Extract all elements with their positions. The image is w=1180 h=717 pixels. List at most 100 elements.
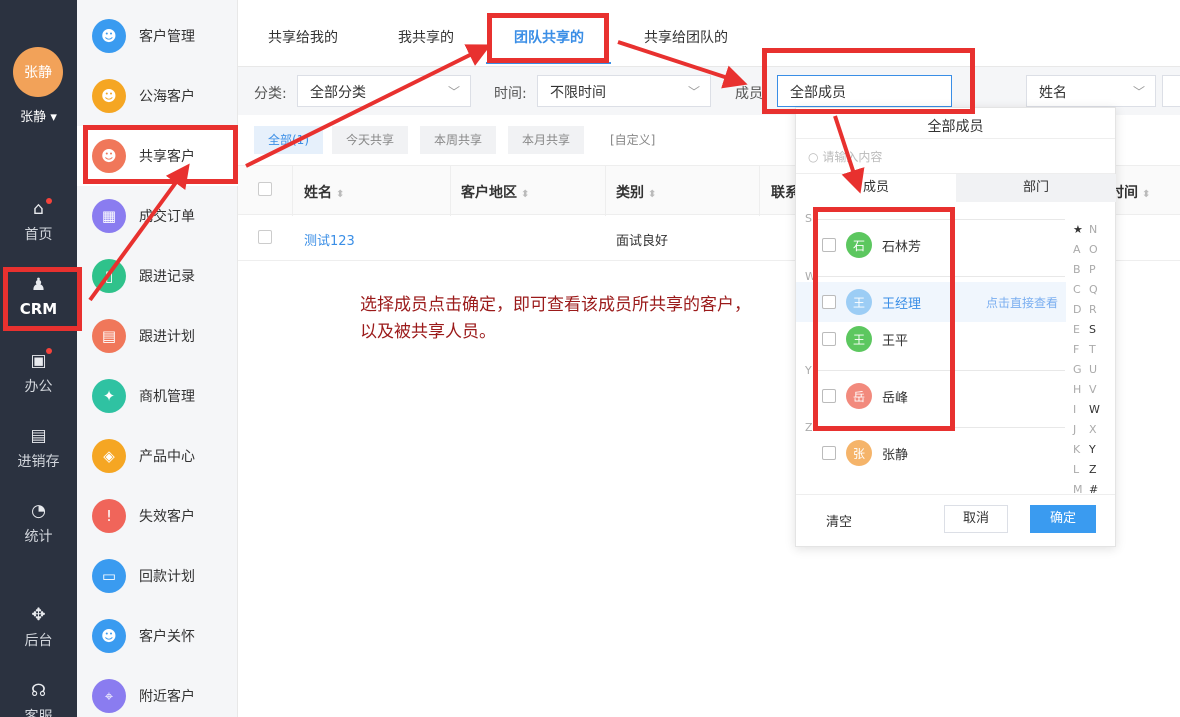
- index-letter[interactable]: A: [1073, 243, 1081, 256]
- index-letter[interactable]: F: [1073, 343, 1079, 356]
- index-letter[interactable]: S: [1089, 323, 1096, 336]
- index-letter[interactable]: V: [1089, 383, 1097, 396]
- pill-this-week[interactable]: 本周共享: [420, 126, 497, 154]
- highlight-box-team-tab: [487, 13, 609, 63]
- index-letter[interactable]: X: [1089, 423, 1097, 436]
- index-letter[interactable]: T: [1089, 343, 1096, 356]
- heart-user-icon: ☻: [92, 619, 126, 653]
- rail-backend[interactable]: ✥ 后台: [0, 606, 77, 650]
- pill-this-month[interactable]: 本月共享: [508, 126, 585, 154]
- pill-custom[interactable]: [自定义]: [596, 126, 670, 154]
- rail-home-label: 首页: [24, 227, 53, 243]
- clear-button[interactable]: 清空: [826, 511, 852, 530]
- member-item[interactable]: 张 张静: [796, 433, 1066, 473]
- tab-shared-to-team[interactable]: 共享给团队的: [644, 27, 728, 47]
- index-letter[interactable]: W: [1089, 403, 1100, 416]
- menu-item-follow-records[interactable]: ▯ 跟进记录: [77, 246, 238, 306]
- highlight-box-shared-customers: [83, 125, 238, 184]
- index-letter[interactable]: N: [1089, 223, 1097, 236]
- sort-field-select[interactable]: 姓名 ﹀: [1026, 75, 1156, 107]
- plan-icon: ▤: [92, 319, 126, 353]
- pill-all[interactable]: 全部(1): [254, 126, 323, 154]
- main-content: 共享给我的 我共享的 团队共享的 共享给团队的 分类: 全部分类 ﹀ 时间: 不限…: [238, 0, 1180, 717]
- search-box-partial[interactable]: [1162, 75, 1180, 107]
- column-header-region[interactable]: 客户地区 ⬍: [461, 182, 529, 202]
- index-letter[interactable]: P: [1089, 263, 1096, 276]
- menu-item-public-customers[interactable]: ☻ 公海客户: [77, 66, 238, 126]
- rail-service[interactable]: ☊ 客服: [0, 682, 77, 717]
- user-avatar[interactable]: 张静: [13, 47, 63, 97]
- row-checkbox[interactable]: [258, 230, 272, 244]
- annotation-line: 选择成员点击确定，即可查看该成员所共享的客户，: [360, 295, 751, 315]
- index-letter[interactable]: Y: [1089, 443, 1096, 456]
- column-header-category[interactable]: 类别 ⬍: [616, 182, 656, 202]
- crm-menu: ☻ 客户管理 ☻ 公海客户 ☻ 共享客户 ▦ 成交订单 ▯ 跟进记录 ▤ 跟进计划 ✦ 商机管…: [77, 0, 238, 717]
- rail-inventory[interactable]: ▤ 进销存: [0, 427, 77, 471]
- left-rail: 张静 张静 ▾ ⌂ 首页 ♟ CRM ▣ 办公 ▤ 进销存 ◔ 统计 ✥ 后台 ☊ 客服: [0, 0, 77, 717]
- rail-office[interactable]: ▣ 办公: [0, 352, 77, 396]
- member-checkbox[interactable]: [822, 446, 836, 460]
- menu-item-payment-plan[interactable]: ▭ 回款计划: [77, 546, 238, 606]
- column-header-name[interactable]: 姓名 ⬍: [304, 182, 344, 202]
- menu-item-products[interactable]: ◈ 产品中心: [77, 426, 238, 486]
- cancel-button[interactable]: 取消: [944, 505, 1008, 533]
- category-select[interactable]: 全部分类 ﹀: [297, 75, 471, 107]
- inventory-icon: ▤: [30, 426, 47, 446]
- rail-backend-label: 后台: [24, 633, 53, 649]
- app: 张静 张静 ▾ ⌂ 首页 ♟ CRM ▣ 办公 ▤ 进销存 ◔ 统计 ✥ 后台 ☊ 客服 ☻ 客…: [0, 0, 1180, 717]
- select-all-checkbox[interactable]: [258, 182, 272, 196]
- index-letter[interactable]: R: [1089, 303, 1097, 316]
- index-letter[interactable]: E: [1073, 323, 1080, 336]
- tab-members[interactable]: 成员: [796, 174, 956, 202]
- location-icon: ⌖: [92, 679, 126, 713]
- user-icon: ☻: [92, 19, 126, 53]
- member-search-input[interactable]: ○ 请输入内容: [796, 138, 1115, 174]
- rail-home[interactable]: ⌂ 首页: [0, 200, 77, 244]
- tab-my-shares[interactable]: 我共享的: [398, 27, 454, 47]
- category-value: 全部分类: [310, 85, 366, 101]
- customer-name-link[interactable]: 测试123: [304, 230, 355, 249]
- category-label: 分类:: [254, 86, 287, 102]
- menu-item-nearby-customers[interactable]: ⌖ 附近客户: [77, 666, 238, 717]
- index-letter[interactable]: Q: [1089, 283, 1098, 296]
- menu-item-follow-plan[interactable]: ▤ 跟进计划: [77, 306, 238, 366]
- index-letter[interactable]: H: [1073, 383, 1081, 396]
- time-select[interactable]: 不限时间 ﹀: [537, 75, 711, 107]
- index-letter[interactable]: Z: [1089, 463, 1097, 476]
- user-name-dropdown[interactable]: 张静 ▾: [0, 106, 77, 125]
- view-directly-link[interactable]: 点击直接查看: [986, 294, 1058, 311]
- confirm-button[interactable]: 确定: [1030, 505, 1096, 533]
- pill-today[interactable]: 今天共享: [332, 126, 409, 154]
- column-header-time[interactable]: 时间 ⬍: [1110, 182, 1150, 202]
- tab-shared-to-me[interactable]: 共享给我的: [268, 27, 338, 47]
- avatar: 张: [846, 440, 872, 466]
- tab-bar: 共享给我的 我共享的 团队共享的 共享给团队的: [238, 0, 1180, 67]
- column-divider: [450, 166, 451, 216]
- search-placeholder: 请输入内容: [822, 150, 883, 164]
- menu-item-lost-customers[interactable]: ! 失效客户: [77, 486, 238, 546]
- index-letter[interactable]: ★: [1073, 223, 1083, 236]
- chevron-down-icon: ﹀: [1132, 85, 1145, 99]
- menu-item-orders[interactable]: ▦ 成交订单: [77, 186, 238, 246]
- menu-item-customers[interactable]: ☻ 客户管理: [77, 6, 238, 66]
- menu-item-opportunities[interactable]: ✦ 商机管理: [77, 366, 238, 426]
- index-letter[interactable]: K: [1073, 443, 1080, 456]
- bulb-icon: ✦: [92, 379, 126, 413]
- user-name: 张静: [20, 110, 47, 125]
- index-letter[interactable]: G: [1073, 363, 1082, 376]
- index-letter[interactable]: B: [1073, 263, 1081, 276]
- rail-stats[interactable]: ◔ 统计: [0, 502, 77, 546]
- notification-dot: [46, 348, 52, 354]
- index-letter[interactable]: L: [1073, 463, 1079, 476]
- tab-departments[interactable]: 部门: [956, 174, 1116, 202]
- index-letter[interactable]: J: [1073, 423, 1076, 436]
- index-letter[interactable]: U: [1089, 363, 1097, 376]
- index-letter[interactable]: D: [1073, 303, 1081, 316]
- menu-item-customer-care[interactable]: ☻ 客户关怀: [77, 606, 238, 666]
- index-letter[interactable]: O: [1089, 243, 1098, 256]
- member-name: 张静: [882, 447, 909, 463]
- index-letter[interactable]: C: [1073, 283, 1081, 296]
- index-letter[interactable]: I: [1073, 403, 1076, 416]
- apps-icon: ✥: [31, 605, 46, 625]
- headset-icon: ☊: [30, 681, 47, 701]
